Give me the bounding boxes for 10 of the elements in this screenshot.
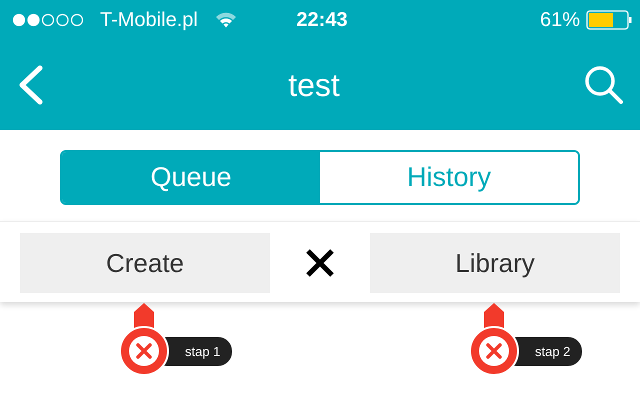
- clock-time: 22:43: [296, 8, 348, 32]
- carrier-name: T-Mobile.pl: [100, 8, 198, 32]
- battery-percentage: 61%: [540, 8, 580, 32]
- screen-title: test: [288, 66, 340, 104]
- wifi-icon: [214, 11, 238, 29]
- search-button[interactable]: [584, 65, 624, 105]
- battery-icon: [586, 10, 632, 30]
- action-button[interactable]: Create: [20, 233, 270, 293]
- close-icon[interactable]: [304, 247, 336, 279]
- action-button[interactable]: Library: [370, 233, 620, 293]
